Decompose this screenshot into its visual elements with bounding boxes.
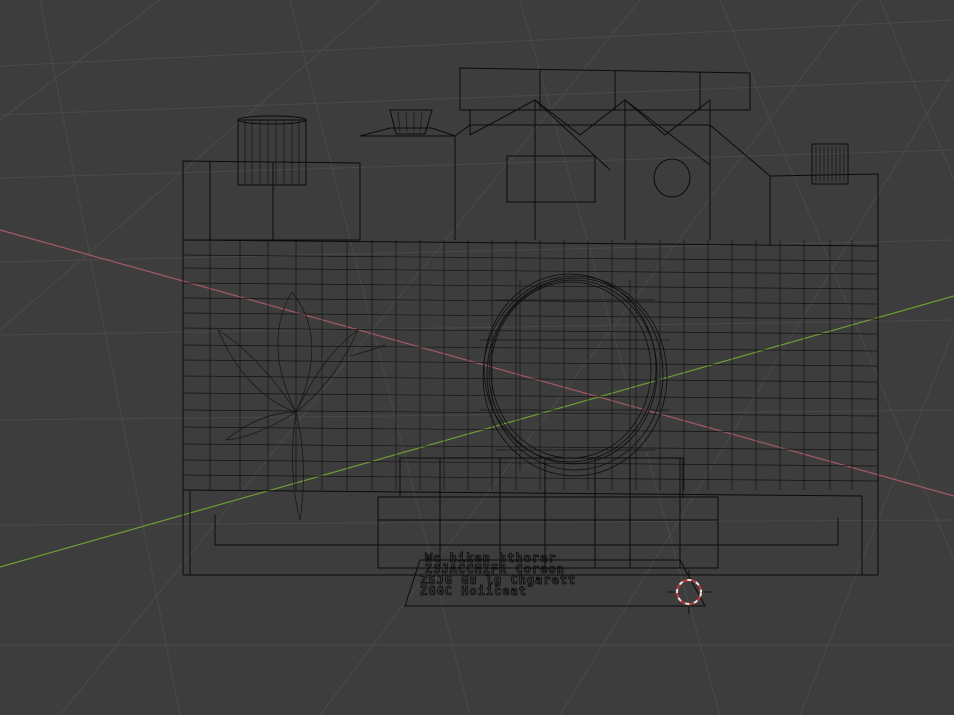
camera-wireframe[interactable]: Wo hiken hthorer ZSJACCHIFR Coreon ZSJG … xyxy=(182,67,879,607)
lens-wireframe xyxy=(480,273,670,477)
y-axis-line xyxy=(0,295,954,568)
x-axis-line xyxy=(0,229,954,497)
nameplate-text: Wo hiken hthorer ZSJACCHIFR Coreon ZSJG … xyxy=(420,551,576,599)
3d-cursor-icon[interactable] xyxy=(667,570,711,614)
floor-grid xyxy=(0,0,954,715)
3d-viewport[interactable]: Wo hiken hthorer ZSJACCHIFR Coreon ZSJG … xyxy=(0,0,954,715)
plate-line-4: ZGGC Hoiiceat xyxy=(420,584,527,598)
flower-engraving xyxy=(217,291,386,521)
viewport-canvas[interactable]: Wo hiken hthorer ZSJACCHIFR Coreon ZSJG … xyxy=(0,0,954,715)
